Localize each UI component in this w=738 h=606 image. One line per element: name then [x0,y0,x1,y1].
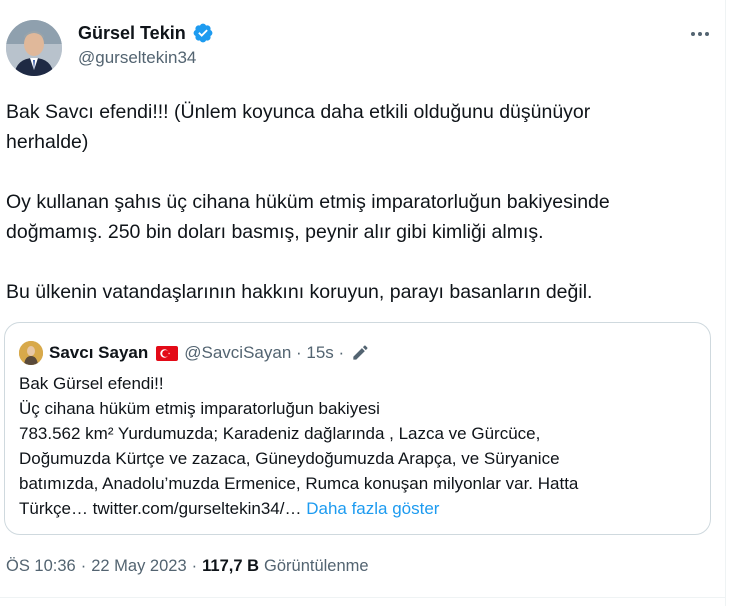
author-name-row: Gürsel Tekin [78,22,214,44]
quoted-author-name[interactable]: Savcı Sayan [49,343,148,363]
meta-separator: · [191,557,198,575]
quoted-line: Üç cihana hüküm etmiş imparatorluğun bak… [19,399,380,418]
turkey-flag-icon [156,345,179,361]
show-more-link[interactable]: Daha fazla göster [306,499,439,518]
author-avatar[interactable] [6,20,62,76]
quoted-tweet[interactable]: Savcı Sayan @SavciSayan · 15s · Bak Gürs… [4,322,711,535]
verified-badge-icon [192,22,214,44]
quoted-author-avatar[interactable] [19,341,43,365]
quoted-line: Bak Gürsel efendi!! [19,374,164,393]
quoted-tweet-text: Bak Gürsel efendi!! Üç cihana hüküm etmi… [19,371,699,521]
tweet-line: Bak Savcı efendi!!! (Ünlem koyunca daha … [6,101,591,123]
author-name[interactable]: Gürsel Tekin [78,23,186,44]
quoted-author-handle-time: @SavciSayan · 15s · [184,343,345,362]
views-label: Görüntülenme [264,557,369,575]
quoted-line: 783.562 km² Yurdumuzda; Karadeniz dağlar… [19,424,541,443]
pencil-icon [350,343,370,363]
tweet-date[interactable]: 22 May 2023 [91,557,186,576]
tweet-card: Gürsel Tekin @gurseltekin34 Bak Savcı ef… [0,0,738,606]
quoted-line: Türkçe… twitter.com/gurseltekin34/… [19,499,302,518]
quoted-line: batımızda, Anadolu’muzda Ermenice, Rumca… [19,474,579,493]
tweet-line: Oy kullanan şahıs üç cihana hüküm etmiş … [6,191,610,213]
tweet-text: Bak Savcı efendi!!! (Ünlem koyunca daha … [6,97,706,307]
quoted-tweet-header: Savcı Sayan @SavciSayan · 15s · [19,341,370,365]
tweet-line: doğmamış. 250 bin doları basmış, peynir … [6,221,544,243]
more-options-icon[interactable] [688,24,712,44]
quoted-line-last: Türkçe… twitter.com/gurseltekin34/… Daha… [19,496,699,521]
tweet-time[interactable]: ÖS 10:36 [6,557,76,576]
views-count: 117,7 B [202,557,260,575]
author-handle[interactable]: @gurseltekin34 [78,48,196,68]
meta-separator: · [80,557,87,575]
tweet-metadata: ÖS 10:36 · 22 May 2023 · 117,7 B Görüntü… [6,557,369,576]
quoted-line: Doğumuzda Kürtçe ve zazaca, Güneydoğumuz… [19,449,560,468]
bottom-divider [0,597,725,598]
right-divider [725,0,726,606]
tweet-line: Bu ülkenin vatandaşlarının hakkını koruy… [6,281,593,303]
tweet-line: herhalde) [6,131,89,153]
